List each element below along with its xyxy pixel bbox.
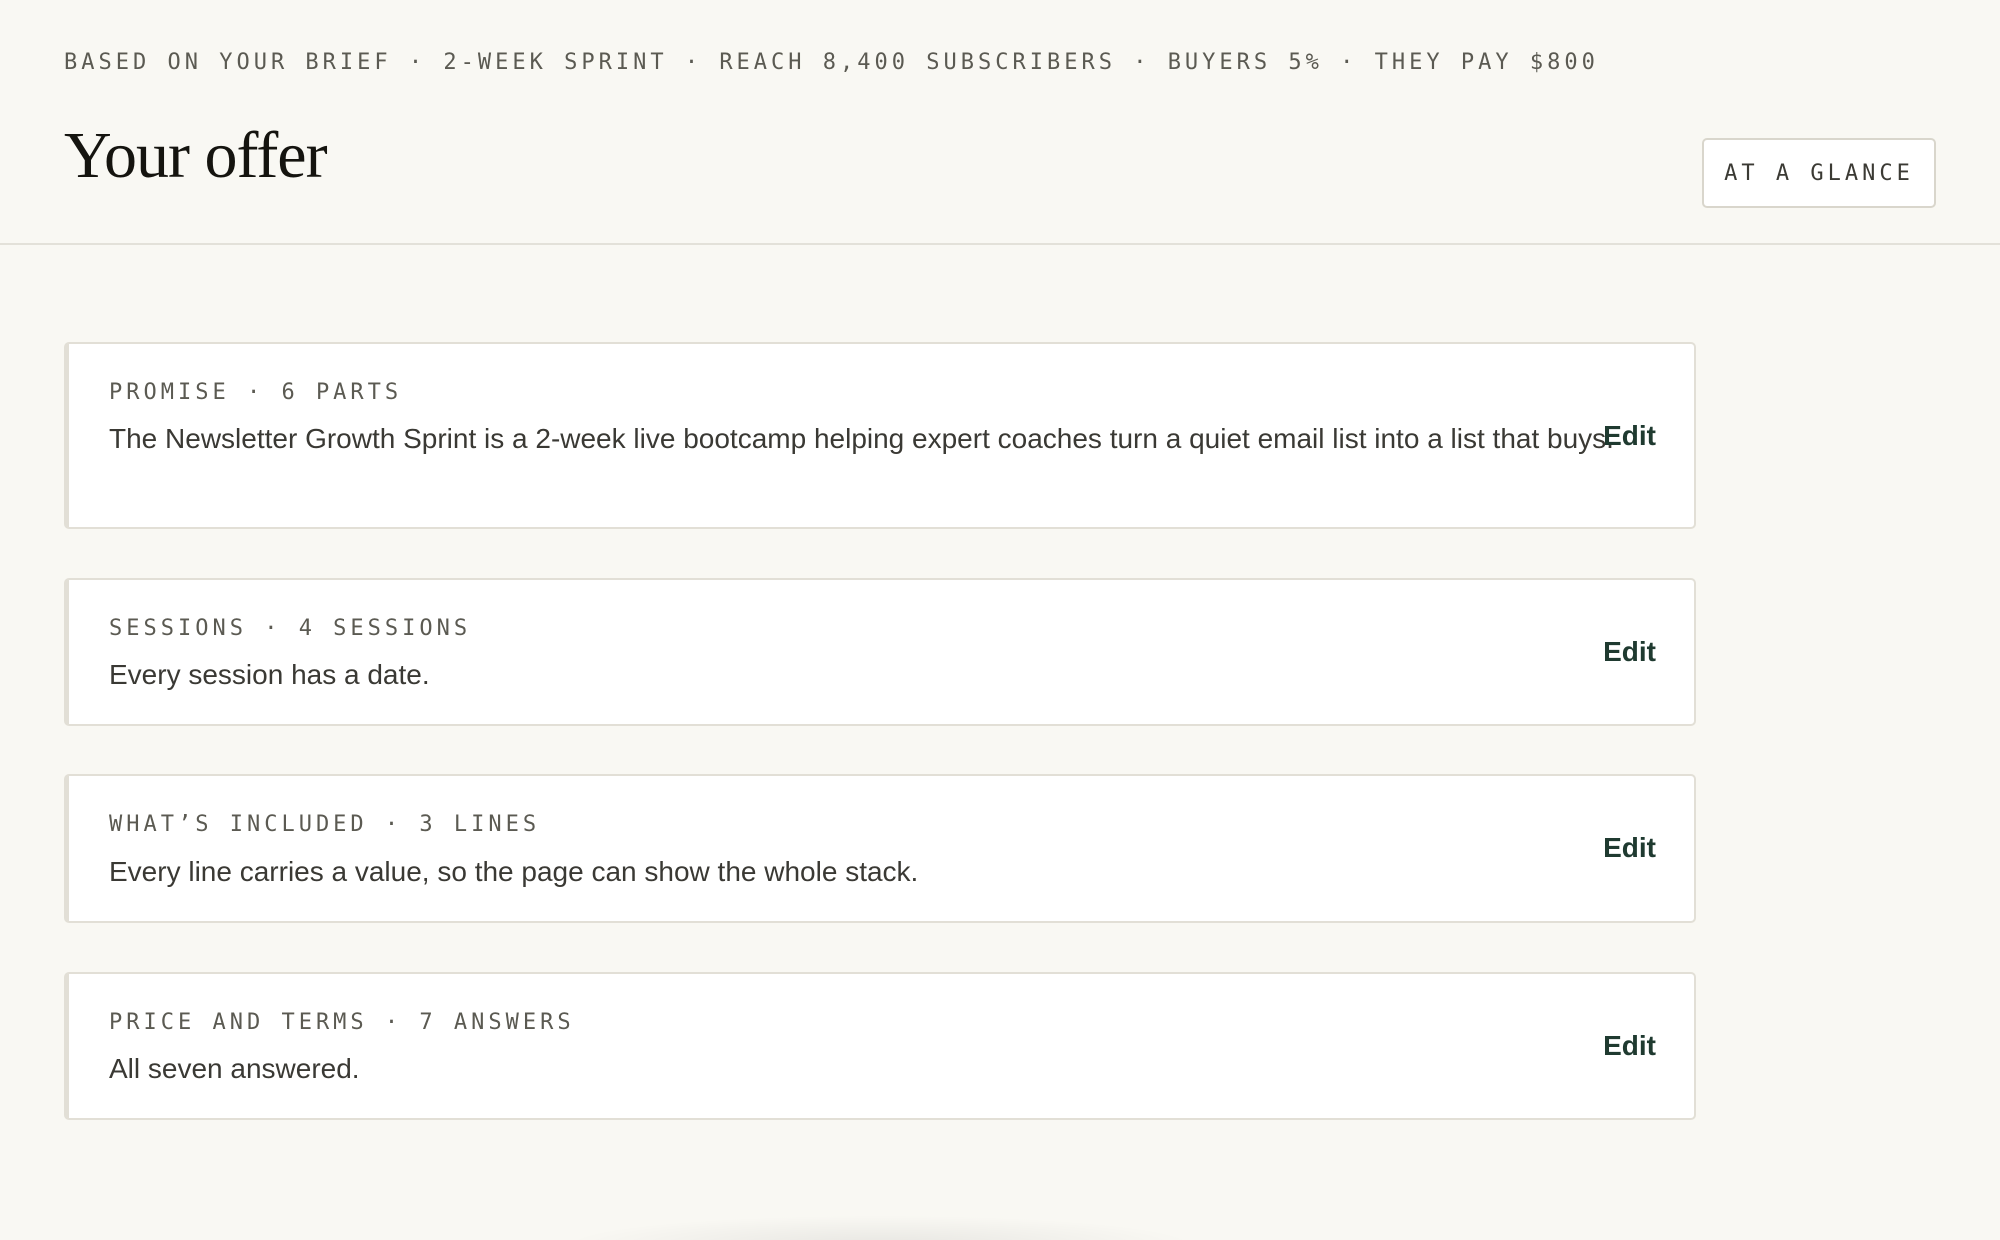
edit-promise-link[interactable]: Edit: [1603, 420, 1656, 452]
bottom-panel-shadow: [560, 1215, 1200, 1240]
page-header: BASED ON YOUR BRIEF · 2-WEEK SPRINT · RE…: [0, 0, 2000, 245]
section-label: PRICE AND TERMS · 7 ANSWERS: [109, 1010, 575, 1035]
section-summary: Every session has a date.: [109, 659, 430, 690]
at-a-glance-button[interactable]: AT A GLANCE: [1702, 138, 1936, 208]
edit-included-link[interactable]: Edit: [1603, 832, 1656, 864]
section-label: WHAT’S INCLUDED · 3 LINES: [109, 812, 541, 837]
section-card-promise[interactable]: PROMISE · 6 PARTS The Newsletter Growth …: [64, 342, 1696, 529]
section-summary: All seven answered.: [109, 1053, 360, 1084]
section-label: PROMISE · 6 PARTS: [109, 380, 403, 405]
brief-summary: BASED ON YOUR BRIEF · 2-WEEK SPRINT · RE…: [64, 50, 1599, 75]
section-card-price-terms[interactable]: PRICE AND TERMS · 7 ANSWERS All seven an…: [64, 972, 1696, 1120]
section-label: SESSIONS · 4 SESSIONS: [109, 616, 472, 641]
section-card-sessions[interactable]: SESSIONS · 4 SESSIONS Every session has …: [64, 578, 1696, 726]
page-title: Your offer: [64, 119, 328, 192]
section-card-included[interactable]: WHAT’S INCLUDED · 3 LINES Every line car…: [64, 774, 1696, 923]
edit-price-terms-link[interactable]: Edit: [1603, 1030, 1656, 1062]
edit-sessions-link[interactable]: Edit: [1603, 636, 1656, 668]
section-summary: Every line carries a value, so the page …: [109, 856, 919, 887]
section-summary: The Newsletter Growth Sprint is a 2-week…: [109, 423, 1614, 454]
